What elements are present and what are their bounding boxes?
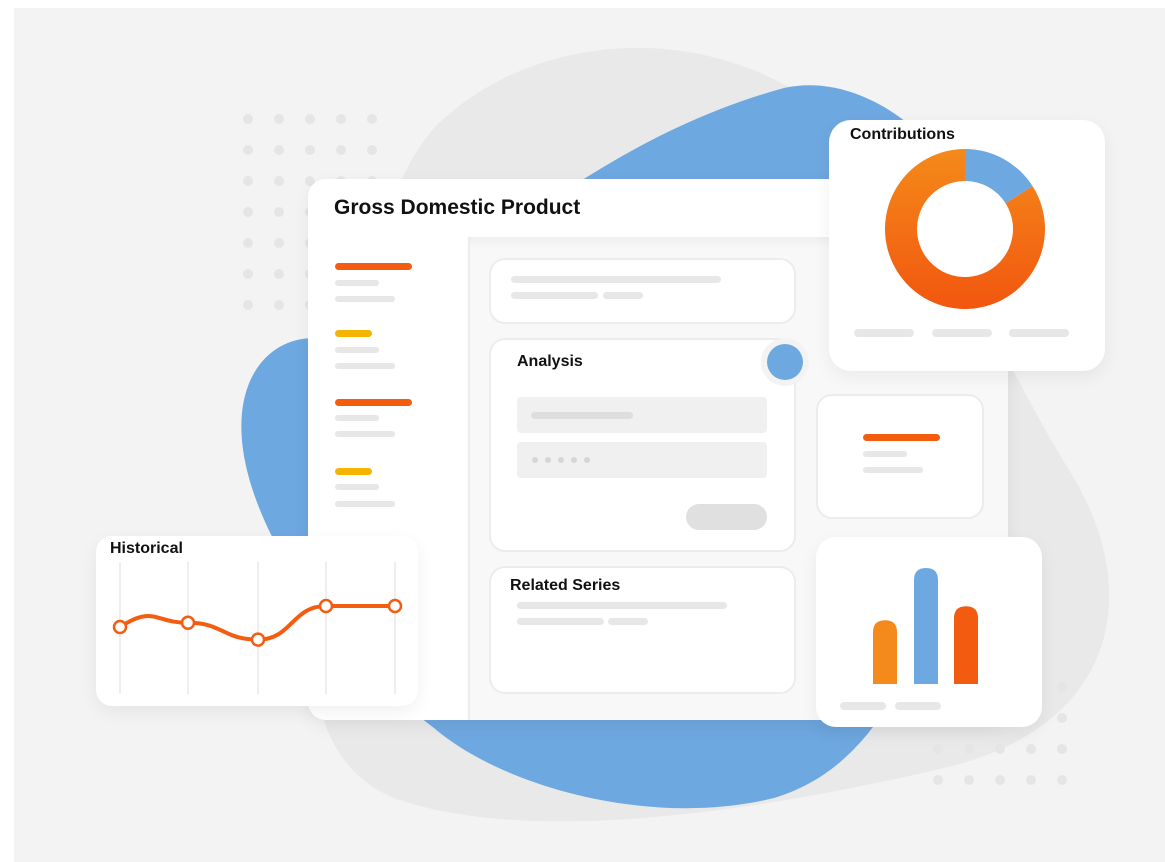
detail-line (863, 467, 923, 473)
analysis-submit-button[interactable] (686, 504, 767, 530)
decor-dot (933, 775, 943, 785)
decor-dot (933, 744, 943, 754)
related-line (608, 618, 648, 625)
decor-dot (243, 145, 253, 155)
decor-dot (964, 744, 974, 754)
decor-dot (274, 176, 284, 186)
decor-dot (995, 775, 1005, 785)
detail-line (863, 451, 907, 457)
decor-dot (243, 238, 253, 248)
analysis-input[interactable] (517, 397, 767, 433)
decor-dot (1026, 775, 1036, 785)
sidebar-item-line (335, 415, 379, 421)
historical-card: Historical (96, 536, 418, 706)
bar-mark (873, 620, 897, 684)
legend-line (1009, 329, 1069, 337)
sidebar-item-accent (335, 468, 372, 475)
password-dots (532, 457, 590, 463)
sidebar-item-line (335, 363, 395, 369)
contributions-title: Contributions (850, 126, 955, 143)
related-series-title: Related Series (510, 577, 621, 594)
related-series-card: Related Series (489, 566, 796, 694)
analysis-password-field[interactable] (517, 442, 767, 478)
historical-line-chart (112, 562, 403, 694)
decor-dot (274, 145, 284, 155)
decor-dot (274, 269, 284, 279)
sidebar-item-accent (335, 399, 412, 406)
detail-accent (863, 434, 940, 441)
decor-dot (305, 145, 315, 155)
decor-dot (336, 114, 346, 124)
sidebar-item-line (335, 347, 379, 353)
decor-dot (274, 114, 284, 124)
decor-dot (243, 300, 253, 310)
bar-mark (954, 606, 978, 684)
related-line (517, 618, 604, 625)
historical-point (112, 619, 128, 635)
decor-dot (274, 207, 284, 217)
sidebar-item-line (335, 484, 379, 490)
status-dot-inner (767, 344, 803, 380)
decor-dot (305, 114, 315, 124)
analysis-title: Analysis (517, 353, 583, 370)
related-line (517, 602, 727, 609)
historical-point (250, 632, 266, 647)
decor-dot (367, 114, 377, 124)
analysis-card: Analysis (489, 338, 796, 552)
decor-dot (243, 176, 253, 186)
decor-dot (367, 145, 377, 155)
decor-dot (1057, 713, 1067, 723)
summary-line (511, 292, 598, 299)
decor-dot (995, 744, 1005, 754)
decor-dot (336, 145, 346, 155)
bar-mark (914, 568, 938, 684)
decor-dot (274, 238, 284, 248)
decor-dot (1057, 682, 1067, 692)
status-dot-icon[interactable] (761, 338, 809, 386)
summary-line (511, 276, 721, 283)
summary-card (489, 258, 796, 324)
contributions-card: Contributions (829, 120, 1105, 371)
summary-line (603, 292, 643, 299)
contributions-donut-chart (885, 149, 1045, 309)
bar-legend-line (895, 702, 941, 710)
bar-chart (873, 568, 978, 684)
decor-dot (243, 114, 253, 124)
detail-card (816, 394, 984, 519)
decor-dot (243, 269, 253, 279)
sidebar-item-line (335, 280, 379, 286)
sidebar-item-accent (335, 330, 372, 337)
sidebar-item-line (335, 501, 395, 507)
illustration-canvas: Gross Domestic Product Analysis Related … (14, 8, 1165, 862)
bar-chart-card (816, 537, 1042, 727)
page-title: Gross Domestic Product (334, 196, 581, 219)
legend-line (854, 329, 914, 337)
analysis-input-placeholder (531, 412, 633, 419)
decor-dot (1026, 744, 1036, 754)
decor-dot (964, 775, 974, 785)
historical-point (318, 598, 334, 614)
sidebar-item-accent (335, 263, 412, 270)
decor-dot (1057, 775, 1067, 785)
legend-line (932, 329, 992, 337)
decor-dot (1057, 744, 1067, 754)
historical-point (387, 598, 403, 614)
bar-legend-line (840, 702, 886, 710)
sidebar-item-line (335, 431, 395, 437)
decor-dot (274, 300, 284, 310)
historical-point (180, 615, 196, 631)
decor-dot (243, 207, 253, 217)
sidebar-item-line (335, 296, 395, 302)
